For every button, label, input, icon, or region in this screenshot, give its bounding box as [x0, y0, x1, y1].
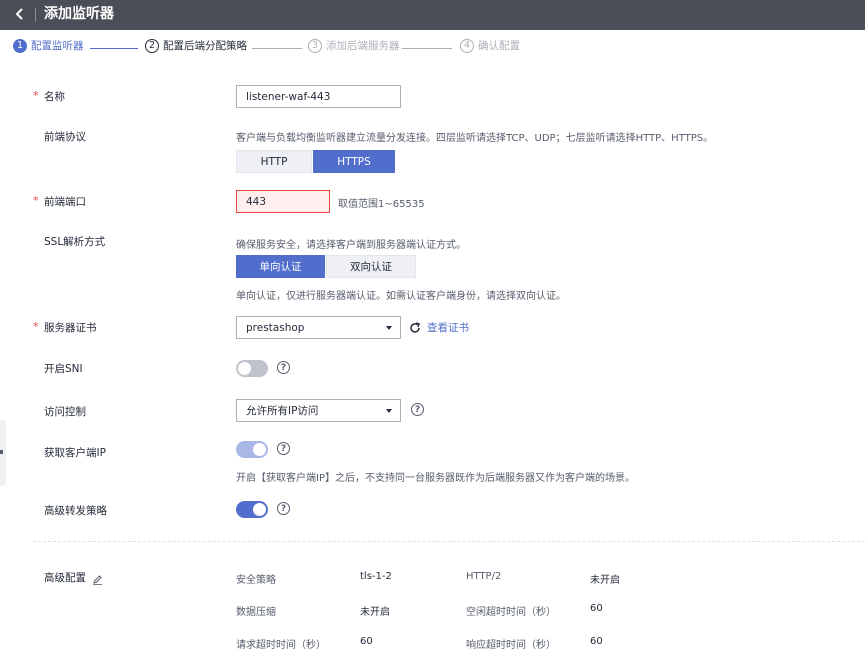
- step-1: 1 配置监听器: [13, 38, 84, 53]
- wizard-steps: 1 配置监听器 2 配置后端分配策略 3 添加后端服务器 4 确认配置: [0, 38, 865, 62]
- help-icon[interactable]: ?: [277, 361, 290, 374]
- step-3-number: 3: [308, 38, 322, 53]
- forward-policy-toggle[interactable]: [236, 501, 268, 518]
- access-control-select[interactable]: 允许所有IP访问: [236, 399, 401, 422]
- edit-icon[interactable]: [92, 570, 103, 585]
- refresh-icon[interactable]: [408, 320, 422, 334]
- step-2-number: 2: [145, 38, 159, 53]
- help-icon[interactable]: ?: [277, 442, 290, 455]
- client-ip-toggle[interactable]: [236, 441, 268, 458]
- protocol-label: 前端协议: [44, 131, 86, 143]
- adv-http2-value: 未开启: [590, 575, 620, 586]
- ssl-two-way-option[interactable]: 双向认证: [326, 255, 416, 278]
- step-connector: [90, 48, 138, 49]
- port-input[interactable]: 443: [236, 190, 330, 213]
- adv-request-timeout-label: 请求超时时间（秒）: [236, 640, 326, 651]
- step-connector: [252, 48, 302, 49]
- view-cert-link[interactable]: 查看证书: [427, 320, 469, 335]
- step-2: 2 配置后端分配策略: [145, 38, 247, 53]
- chevron-down-icon: [386, 325, 392, 330]
- toggle-knob: [253, 503, 266, 516]
- client-ip-label: 获取客户端IP: [44, 447, 106, 459]
- adv-compression-label: 数据压缩: [236, 607, 276, 618]
- ssl-hint: 确保服务安全，请选择客户端到服务器端认证方式。: [236, 240, 466, 251]
- step-3-label: 添加后端服务器: [326, 40, 400, 52]
- back-arrow-icon[interactable]: [14, 5, 30, 23]
- step-1-number: 1: [13, 38, 27, 53]
- port-range-hint: 取值范围1~65535: [338, 199, 425, 210]
- client-ip-note: 开启【获取客户端IP】之后，不支持同一台服务器既作为后端服务器又作为客户端的场景…: [236, 473, 635, 484]
- adv-request-timeout-value: 60: [360, 636, 373, 647]
- toggle-knob: [253, 443, 266, 456]
- access-select-value: 允许所有IP访问: [246, 405, 319, 417]
- collapse-arrow-icon: [0, 450, 3, 454]
- chevron-down-icon: [386, 408, 392, 413]
- step-4: 4 确认配置: [460, 38, 520, 53]
- adv-security-policy-label: 安全策略: [236, 575, 276, 586]
- name-input[interactable]: listener-waf-443: [236, 85, 401, 108]
- required-marker: *: [33, 194, 39, 207]
- cert-select-value: prestashop: [246, 321, 305, 334]
- header-divider: [35, 8, 36, 22]
- sni-toggle[interactable]: [236, 360, 268, 377]
- step-4-number: 4: [460, 38, 474, 53]
- toggle-knob: [238, 362, 251, 375]
- step-1-label: 配置监听器: [31, 40, 84, 52]
- page-header: 添加监听器: [0, 0, 865, 30]
- cert-select[interactable]: prestashop: [236, 316, 401, 339]
- access-label: 访问控制: [44, 406, 86, 418]
- adv-response-timeout-value: 60: [590, 636, 603, 647]
- ssl-one-way-option[interactable]: 单向认证: [236, 255, 325, 278]
- port-label: 前端端口: [44, 196, 86, 208]
- step-connector: [402, 48, 452, 49]
- adv-http2-label: HTTP/2: [466, 571, 502, 582]
- adv-response-timeout-label: 响应超时时间（秒）: [466, 640, 556, 651]
- name-label: 名称: [44, 91, 65, 103]
- step-4-label: 确认配置: [478, 40, 520, 52]
- section-divider: [33, 541, 865, 542]
- sni-label: 开启SNI: [44, 363, 83, 375]
- ssl-note: 单向认证，仅进行服务器端认证。如需认证客户端身份，请选择双向认证。: [236, 291, 566, 302]
- required-marker: *: [33, 320, 39, 333]
- step-2-label: 配置后端分配策略: [163, 40, 247, 52]
- protocol-hint: 客户端与负载均衡监听器建立流量分发连接。四层监听请选择TCP、UDP；七层监听请…: [236, 133, 714, 144]
- ssl-label: SSL解析方式: [44, 236, 106, 248]
- cert-label: 服务器证书: [44, 322, 97, 334]
- page-title: 添加监听器: [44, 6, 114, 22]
- forward-policy-label: 高级转发策略: [44, 505, 107, 517]
- advanced-config-label: 高级配置: [44, 572, 86, 584]
- step-3: 3 添加后端服务器: [308, 38, 400, 53]
- adv-idle-timeout-label: 空闲超时时间（秒）: [466, 607, 556, 618]
- adv-compression-value: 未开启: [360, 607, 390, 618]
- protocol-https-option[interactable]: HTTPS: [313, 150, 395, 173]
- help-icon[interactable]: ?: [277, 502, 290, 515]
- protocol-http-option[interactable]: HTTP: [236, 150, 312, 173]
- required-marker: *: [33, 89, 39, 102]
- help-icon[interactable]: ?: [411, 403, 424, 416]
- adv-security-policy-value: tls-1-2: [360, 571, 392, 582]
- adv-idle-timeout-value: 60: [590, 603, 603, 614]
